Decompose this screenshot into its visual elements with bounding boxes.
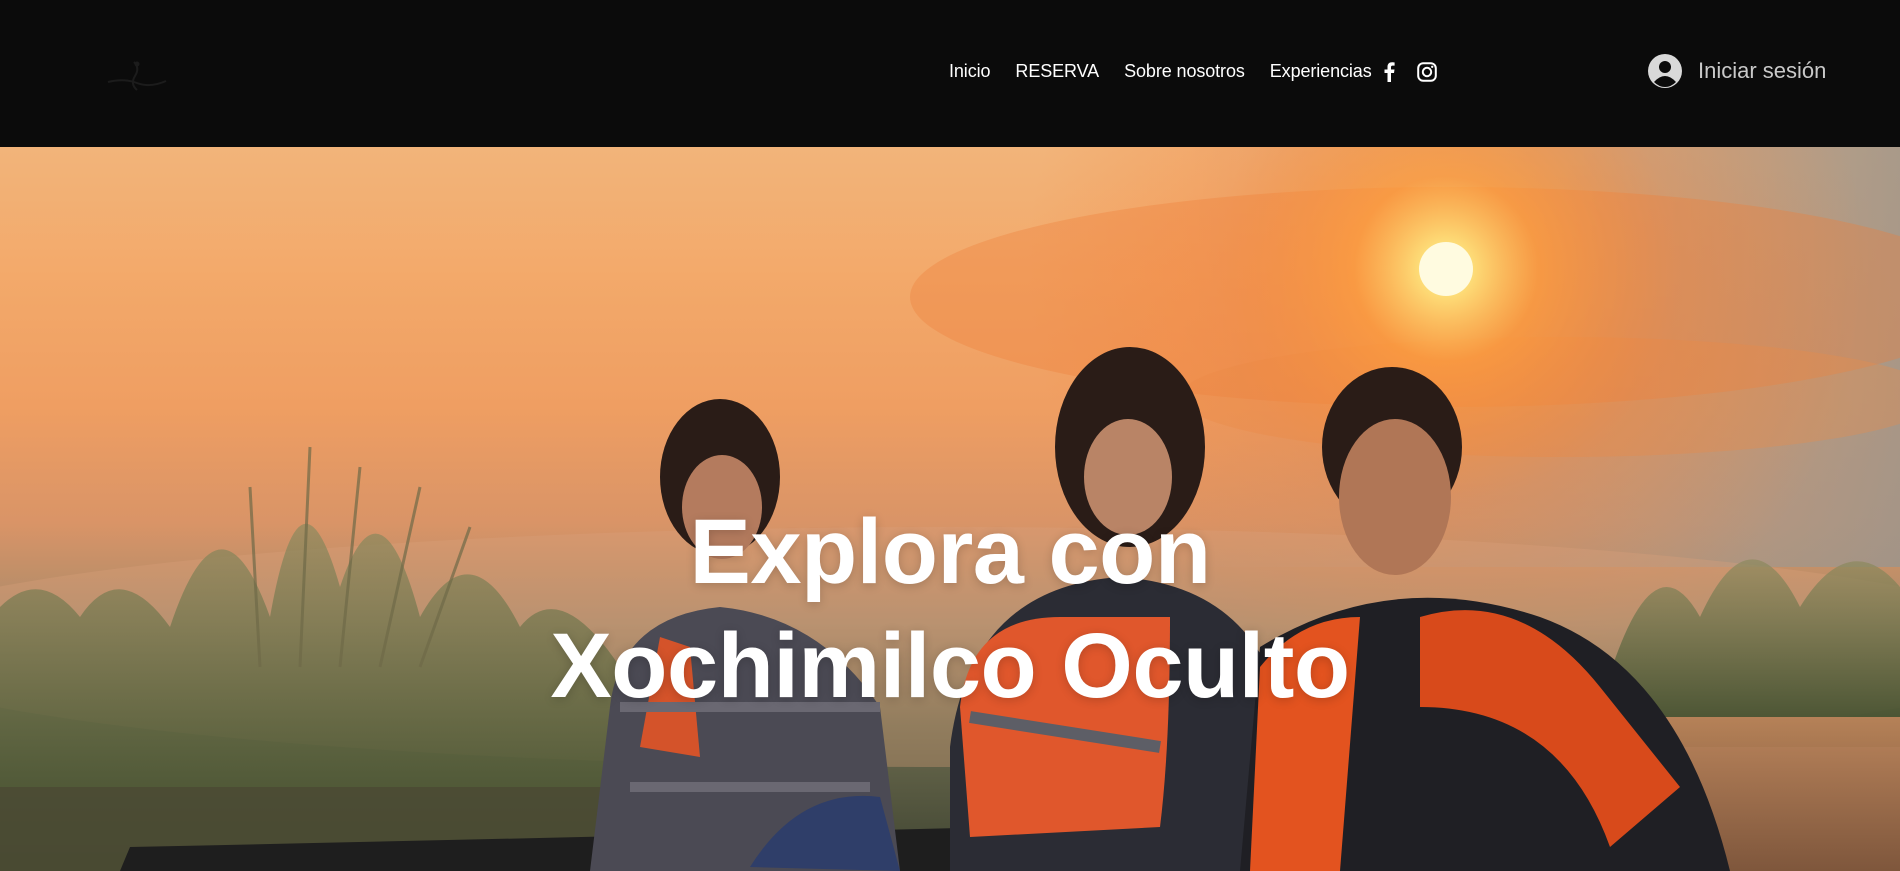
main-nav: Inicio RESERVA Sobre nosotros Experienci… bbox=[949, 58, 1372, 84]
page: Inicio RESERVA Sobre nosotros Experienci… bbox=[0, 0, 1900, 871]
social-links bbox=[1378, 61, 1438, 83]
instagram-icon[interactable] bbox=[1416, 61, 1438, 83]
nav-item-inicio[interactable]: Inicio bbox=[949, 58, 991, 84]
login-label: Iniciar sesión bbox=[1698, 58, 1827, 83]
user-avatar-icon bbox=[1648, 54, 1682, 88]
site-logo[interactable] bbox=[104, 56, 170, 96]
nav-item-experiencias[interactable]: Experiencias bbox=[1270, 58, 1372, 84]
hero-title-line-2: Xochimilco Oculto bbox=[550, 614, 1350, 717]
login-button[interactable]: Iniciar sesión bbox=[1648, 54, 1826, 88]
site-header: Inicio RESERVA Sobre nosotros Experienci… bbox=[0, 0, 1900, 147]
nav-item-reserva[interactable]: RESERVA bbox=[1015, 58, 1099, 84]
hero-section: Explora con Xochimilco Oculto bbox=[0, 147, 1900, 871]
facebook-icon[interactable] bbox=[1378, 61, 1400, 83]
hero-title: Explora con Xochimilco Oculto bbox=[0, 495, 1900, 723]
hero-title-line-1: Explora con bbox=[689, 500, 1211, 603]
nav-item-sobre-nosotros[interactable]: Sobre nosotros bbox=[1124, 58, 1245, 84]
